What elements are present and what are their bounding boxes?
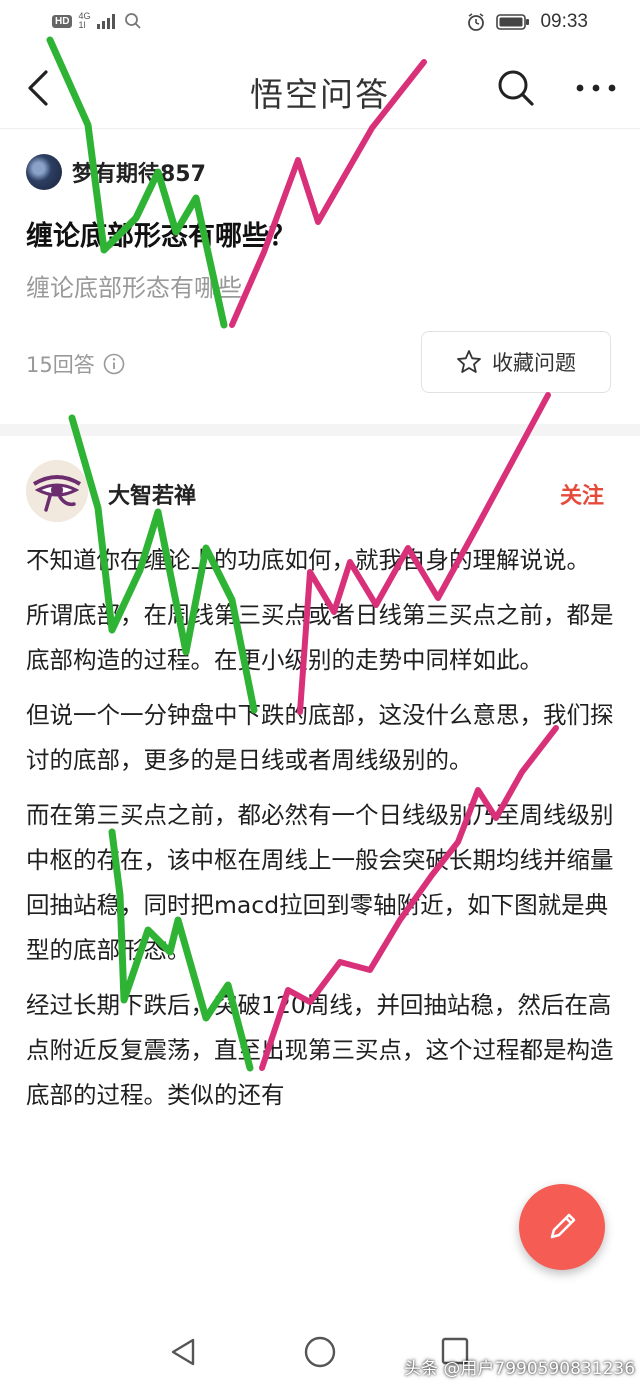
status-right: 09:33 [466,11,588,33]
answer-paragraph: 经过长期下跌后，突破120周线，并回抽站稳，然后在高点附近反复震荡，直至出现第三… [26,991,614,1109]
section-divider [0,424,640,436]
network-label-bottom: 1l [78,20,86,30]
answer-author-name[interactable]: 大智若禅 [108,478,196,510]
question-title: 缠论底部形态有哪些？ [26,221,296,252]
info-icon[interactable] [103,353,125,375]
status-search-icon [125,13,142,29]
answer-paragraph: 但说一个一分钟盘中下跌的底部，这没什么意思，我们探讨的底部，更多的是日线或者周线… [26,701,614,774]
hd-badge: HD [52,14,73,28]
watermark: 头条 @用户7990590831236 [404,1359,636,1379]
more-icon[interactable] [572,70,620,106]
signal-icon [97,14,116,29]
answer-count-label: 15回答 [26,353,95,377]
nav-title: 悟空问答 [250,75,390,114]
status-time: 09:33 [540,11,588,32]
answer-count: 15回答 [26,349,125,379]
system-back-icon[interactable] [167,1336,199,1368]
answer-paragraph: 所谓底部，在周线第三买点或者日线第三买点之前，都是底部构造的过程。在更小级别的走… [26,601,614,674]
answer-author-avatar[interactable] [26,460,88,522]
pencil-icon [550,1213,576,1239]
answer-body: 不知道你在缠论上的功底如何，就我自身的理解说说。 所谓底部，在周线第三买点或者日… [26,538,614,1128]
question-author-avatar[interactable] [26,154,62,190]
follow-button[interactable]: 关注 [560,478,604,510]
status-left: HD 4G 1l [52,12,142,30]
network-type: 4G 1l [78,12,90,30]
answer-paragraph: 而在第三买点之前，都必然有一个日线级别乃至周线级别中枢的存在，该中枢在周线上一般… [26,801,614,964]
search-icon[interactable] [496,68,536,108]
eye-of-horus-icon [26,460,88,522]
battery-icon [496,14,530,30]
write-answer-button[interactable] [519,1184,605,1270]
question-author-name[interactable]: 梦有期待857 [72,156,206,188]
page: HD 4G 1l 09:33 悟空问答 梦有期待857 缠论底部形态有哪些？ 缠… [0,0,640,1387]
answer-paragraph: 不知道你在缠论上的功底如何，就我自身的理解说说。 [26,546,590,574]
nav-bar: 悟空问答 [0,48,640,129]
status-bar: HD 4G 1l 09:33 [0,0,640,48]
favorite-question-button[interactable]: 收藏问题 [421,331,611,393]
favorite-question-label: 收藏问题 [492,351,576,375]
question-author[interactable]: 梦有期待857 [26,154,206,190]
alarm-icon [468,13,485,31]
star-icon [457,350,481,373]
question-description: 缠论底部形态有哪些 [26,274,242,302]
system-home-icon[interactable] [303,1335,337,1369]
